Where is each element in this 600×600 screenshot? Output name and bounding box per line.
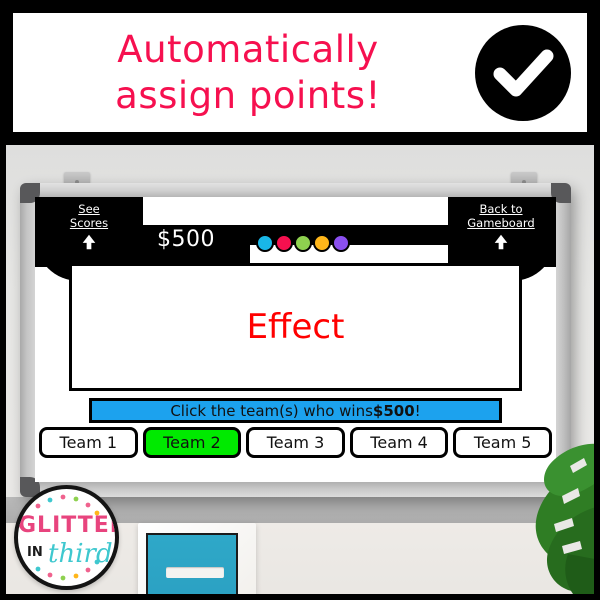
team-3-dot[interactable] (294, 234, 312, 252)
check-circle-icon (475, 24, 571, 121)
logo-badge: GLITTER IN third (14, 485, 119, 590)
team-2-dot[interactable] (275, 234, 293, 252)
team-button-2[interactable]: Team 2 (142, 427, 242, 458)
see-scores-label: See Scores (69, 202, 109, 230)
team-button-1[interactable]: Team 1 (39, 427, 138, 458)
instruction-suffix: ! (414, 401, 421, 420)
instruction-prefix: Click the team(s) who wins (170, 401, 373, 420)
arrow-up-icon (82, 234, 96, 250)
answer-text: Effect (246, 307, 345, 347)
team-button-label: Team 3 (266, 433, 325, 452)
whiteboard-frame-left (20, 183, 35, 497)
arrow-up-icon (494, 234, 508, 250)
team-4-dot[interactable] (313, 234, 331, 252)
team-5-dot[interactable] (332, 234, 350, 252)
team-button-label: Team 1 (59, 433, 118, 452)
instruction-amount: $500 (372, 401, 415, 420)
page-title: Automatically assign points! (115, 28, 381, 117)
storage-bin-handle (166, 567, 224, 578)
answer-box: Effect (69, 263, 522, 391)
team-button-label: Team 2 (163, 433, 221, 452)
whiteboard-frame-top (20, 183, 571, 197)
monstera-plant (535, 443, 594, 594)
storage-bin-frame (138, 523, 256, 594)
logo-third-text: third (48, 539, 113, 569)
team-button-label: Team 4 (370, 433, 428, 452)
header-icon-wrap (459, 24, 587, 121)
back-to-gameboard-label: Back to Gameboard (467, 202, 535, 230)
team-button-3[interactable]: Team 3 (246, 427, 345, 458)
back-to-gameboard-button[interactable]: Back to Gameboard (449, 202, 553, 251)
point-value-label: $500 (157, 227, 215, 252)
team-button-4[interactable]: Team 4 (349, 427, 449, 458)
logo-glitter-text: GLITTER (18, 513, 119, 538)
storage-bin (146, 533, 238, 594)
team-1-dot[interactable] (256, 234, 274, 252)
see-scores-button[interactable]: See Scores (37, 202, 141, 251)
instruction-bar: Click the team(s) who wins $500! (89, 398, 502, 423)
logo-in-text: IN (27, 545, 43, 560)
classroom-photo: $500 See Scores Back to Gameboard Effect… (6, 145, 594, 594)
header-banner: Automatically assign points! (10, 10, 590, 135)
team-color-dots (256, 234, 350, 252)
topbar-white-notch (143, 197, 448, 225)
screenshot-root: Automatically assign points! $500 See Sc… (0, 0, 600, 600)
